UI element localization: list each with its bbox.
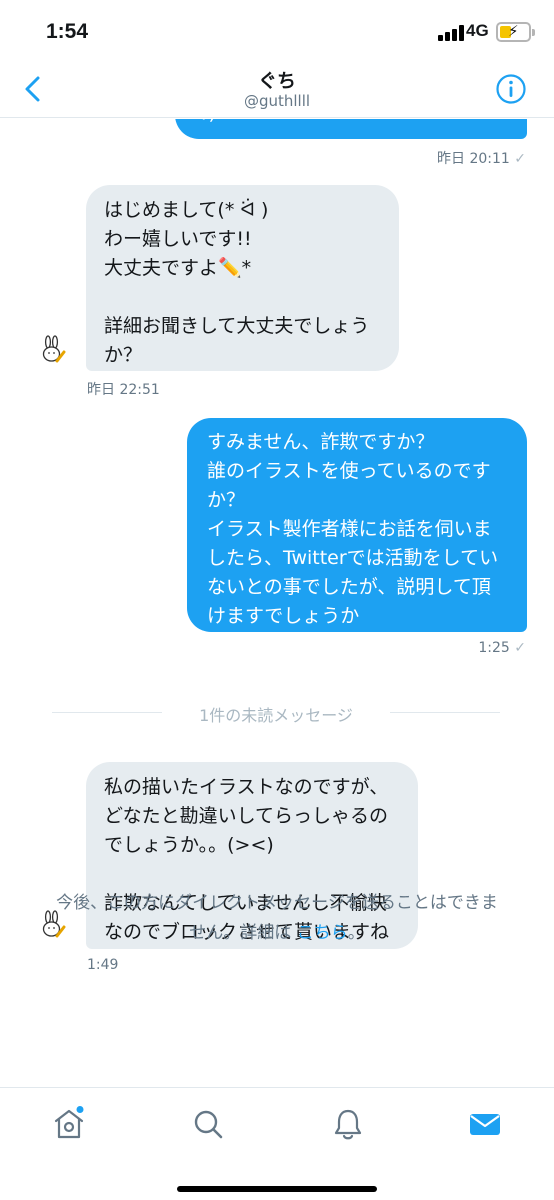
message-bubble-outgoing[interactable]: すみません、詐欺ですか？ 誰のイラストを使っているのです か？ イラスト製作者様… — [187, 418, 527, 632]
learn-more-link[interactable]: こちら — [297, 923, 348, 943]
timestamp-text: 1:25 — [478, 640, 510, 656]
conversation-title: ぐち — [257, 70, 296, 92]
info-icon[interactable] — [495, 73, 527, 105]
message-line: どなたと勘違いしてらっしゃるの — [104, 805, 389, 827]
conversation-header: ぐち @guthllll — [0, 64, 554, 118]
unread-divider: 1件の未読メッセージ — [52, 702, 500, 725]
message-line: わー嬉しいです!! — [104, 228, 252, 250]
message-line: でしょうか。。(><) — [104, 834, 274, 856]
dm-restricted-notice: 今後、この方にダイレクトメッセージを送ることはできま せん。詳細は こちら。 — [20, 888, 534, 948]
status-time: 1:54 — [46, 20, 89, 43]
message-timestamp: 昨日 20:11 ✓ — [437, 148, 526, 168]
message-line: か？ — [104, 344, 143, 366]
notification-dot — [76, 1106, 84, 1113]
messages-icon[interactable] — [467, 1106, 503, 1142]
timestamp-text: 昨日 20:11 — [437, 151, 510, 167]
notifications-icon[interactable] — [330, 1106, 366, 1142]
sent-check-icon: ✓ — [514, 151, 526, 167]
message-line: はじめまして(* ᐛ ) — [104, 199, 269, 221]
notice-text: せん。詳細は — [189, 923, 297, 943]
message-timestamp: 1:49 — [87, 957, 119, 973]
sender-avatar[interactable] — [38, 335, 66, 365]
search-icon[interactable] — [190, 1106, 226, 1142]
notice-text: 。 — [347, 923, 365, 943]
message-line: イラスト製作者様にお話を伺いま — [207, 518, 492, 540]
message-line: したら、Twitterでは活動をしてい — [207, 547, 499, 569]
message-line: ：) — [199, 119, 216, 128]
conversation-handle: @guthllll — [243, 92, 311, 110]
message-timestamp: 昨日 22:51 — [87, 382, 160, 398]
tab-bar — [0, 1087, 554, 1200]
message-line: 私の描いたイラストなのですが、 — [104, 776, 389, 798]
notice-line: せん。詳細は こちら。 — [20, 918, 534, 948]
battery-icon: ⚡ — [496, 22, 535, 42]
message-line: ないとの事でしたが、説明して頂 — [207, 576, 491, 598]
message-line: か？ — [207, 489, 246, 511]
signal-icon — [438, 25, 468, 41]
unread-divider-label: 1件の未読メッセージ — [199, 706, 353, 725]
message-bubble-incoming[interactable]: はじめまして(* ᐛ ) わー嬉しいです!! 大丈夫ですよ✏️* 詳細お聞きして… — [86, 185, 399, 371]
home-icon[interactable] — [51, 1106, 87, 1142]
notice-line: 今後、この方にダイレクトメッセージを送ることはできま — [56, 893, 498, 913]
message-line: 詳細お聞きして大丈夫でしょう — [104, 315, 370, 337]
message-line — [104, 860, 400, 889]
message-line: けますでしょうか — [207, 605, 360, 627]
message-line: 大丈夫ですよ✏️* — [104, 257, 252, 279]
message-line — [104, 283, 381, 312]
sent-check-icon: ✓ — [514, 640, 526, 656]
message-bubble-outgoing[interactable]: ：) — [175, 119, 527, 139]
network-type: 4G — [466, 21, 489, 40]
home-indicator — [177, 1186, 377, 1192]
status-bar: 1:54 4G ⚡ — [0, 0, 554, 64]
message-line: すみません、詐欺ですか？ — [207, 431, 435, 453]
message-timestamp: 1:25 ✓ — [478, 640, 526, 656]
message-line: 誰のイラストを使っているのです — [207, 460, 491, 482]
